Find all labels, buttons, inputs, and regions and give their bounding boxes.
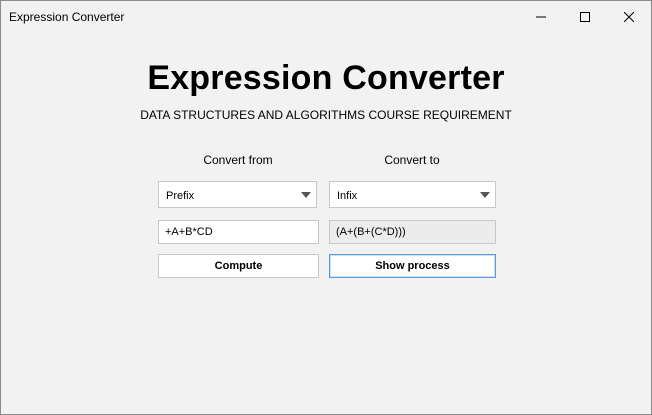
maximize-button[interactable]: [563, 1, 607, 33]
close-icon: [624, 12, 634, 22]
minimize-icon: [536, 16, 546, 18]
page-title: Expression Converter: [147, 59, 505, 97]
title-bar[interactable]: Expression Converter: [1, 1, 651, 33]
convert-to-selected-value: Infix: [337, 190, 358, 202]
convert-from-label: Convert from: [203, 153, 273, 167]
page-subtitle: DATA STRUCTURES AND ALGORITHMS COURSE RE…: [140, 108, 512, 122]
chevron-down-icon: [301, 192, 311, 198]
app-window: Expression Converter Expression Converte…: [0, 0, 652, 415]
convert-to-select[interactable]: Infix: [329, 181, 496, 208]
show-process-button[interactable]: Show process: [329, 254, 496, 278]
expression-input[interactable]: [158, 220, 319, 244]
convert-to-label: Convert to: [384, 153, 440, 167]
minimize-button[interactable]: [519, 1, 563, 33]
close-button[interactable]: [607, 1, 651, 33]
convert-from-selected-value: Prefix: [166, 190, 195, 202]
window-title: Expression Converter: [9, 10, 125, 24]
chevron-down-icon: [480, 192, 490, 198]
compute-button[interactable]: Compute: [158, 254, 319, 278]
result-output-text: (A+(B+(C*D))): [336, 226, 406, 238]
maximize-icon: [580, 12, 590, 22]
convert-from-select[interactable]: Prefix: [158, 181, 317, 208]
result-output: (A+(B+(C*D))): [329, 220, 496, 244]
